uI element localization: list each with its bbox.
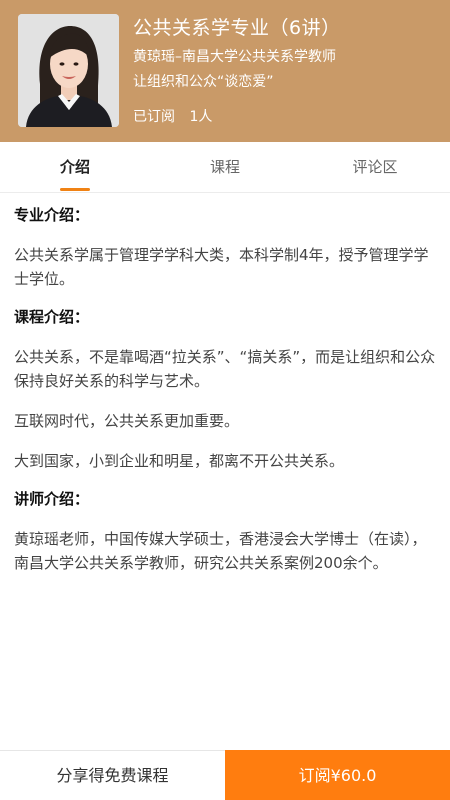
major-section-title: 专业介绍： (14, 206, 90, 224)
course-title: 公共关系学专业（6讲） (133, 17, 341, 39)
teacher-photo (18, 14, 119, 127)
subscribe-button[interactable]: 订阅¥60.0 (225, 750, 450, 800)
subscriber-count: 已订阅 1人 (133, 107, 440, 127)
subscribed-label: 已订阅 (133, 109, 175, 125)
teacher-description: 黄琼瑶老师，中国传媒大学硕士，香港浸会大学博士（在读），南昌大学公共关系学教师，… (14, 530, 427, 572)
intro-content: 专业介绍： 公共关系学属于管理学学科大类，本科学制4年，授予管理学学士学位。 课… (14, 203, 438, 575)
course-header: 公共关系学专业（6讲） 黄琼瑶–南昌大学公共关系学教师 让组织和公众“谈恋爱” … (0, 0, 450, 142)
course-description-3: 大到国家，小到企业和明星，都离不开公共关系。 (14, 452, 345, 470)
course-description-1: 公共关系，不是靠喝酒“拉关系”、“搞关系”，而是让组织和公众保持良好关系的科学与… (14, 348, 436, 390)
active-tab-indicator (60, 188, 90, 191)
course-slogan: 让组织和公众“谈恋爱” (133, 74, 274, 90)
major-description: 公共关系学属于管理学学科大类，本科学制4年，授予管理学学士学位。 (14, 246, 429, 288)
course-info: 公共关系学专业（6讲） 黄琼瑶–南昌大学公共关系学教师 让组织和公众“谈恋爱” … (133, 14, 440, 127)
tab-comments[interactable]: 评论区 (300, 142, 450, 192)
teacher-section-title: 讲师介绍： (14, 490, 90, 508)
teacher-name: 黄琼瑶–南昌大学公共关系学教师 (133, 49, 336, 65)
course-description-2: 互联网时代，公共关系更加重要。 (14, 412, 240, 430)
teacher-portrait-icon (18, 14, 119, 127)
tab-intro[interactable]: 介绍 (0, 142, 150, 192)
subscribed-count: 1人 (189, 109, 213, 125)
tab-courses[interactable]: 课程 (150, 142, 300, 192)
tab-bar: 介绍 课程 评论区 (0, 142, 450, 193)
share-free-course-button[interactable]: 分享得免费课程 (0, 751, 225, 800)
bottom-action-bar: 分享得免费课程 订阅¥60.0 (0, 750, 450, 800)
course-section-title: 课程介绍： (14, 308, 90, 326)
